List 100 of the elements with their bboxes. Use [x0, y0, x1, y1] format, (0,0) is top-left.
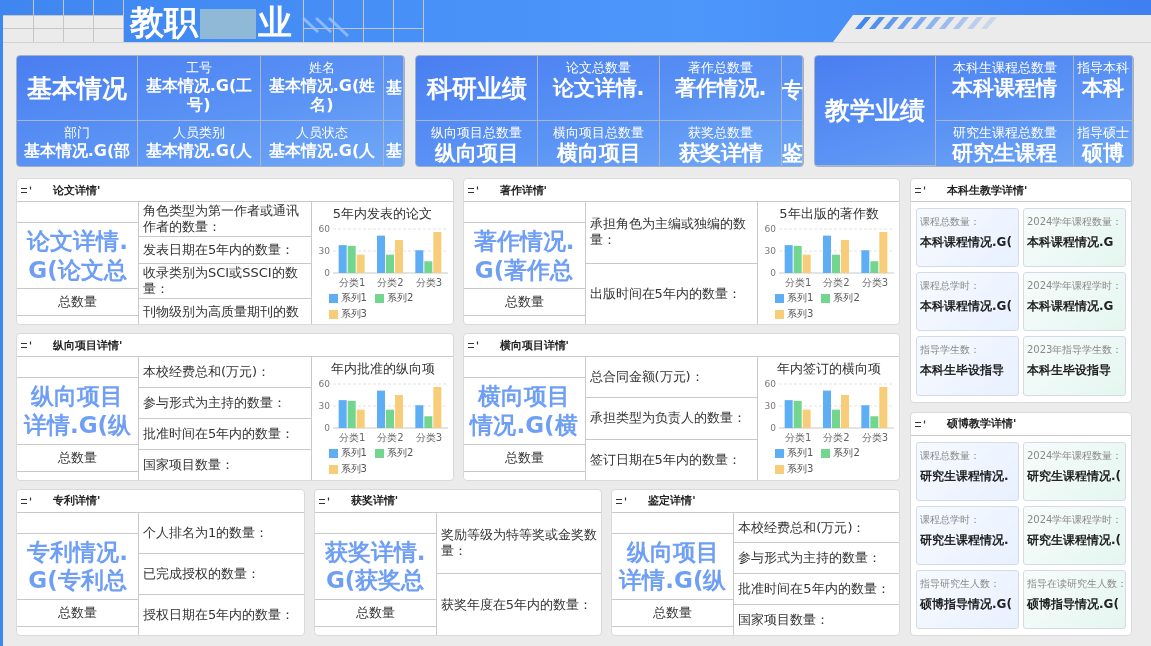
axis-category-label: 分类3: [415, 277, 442, 288]
stat-label: 指导学生数：: [920, 343, 981, 358]
chart-title: 年内签订的横向项: [777, 360, 881, 378]
axis-category-label: 分类2: [376, 432, 404, 444]
metric-label: 签订日期在5年内的数量：: [589, 451, 741, 468]
card-title: 本科生教学详情': [947, 182, 1028, 198]
axis-tick-label: 0: [770, 423, 776, 434]
stat-label: 2023年指导学生数：: [1027, 343, 1123, 358]
chart-bar: [338, 400, 347, 429]
stat-value: 研究生课程情况.: [920, 531, 1010, 549]
axis-category-label: 分类1: [785, 277, 812, 288]
field-label: 著作总数量: [688, 59, 753, 76]
stat-label: 课程总数量：: [920, 448, 981, 463]
page-title: 教职: [130, 2, 198, 42]
card-title: 著作详情': [499, 182, 547, 198]
metric-label: 本校经费总和(万元)：: [143, 364, 271, 381]
field-label: 研究生课程总数量: [952, 124, 1057, 141]
axis-tick-label: 0: [323, 268, 330, 278]
axis-tick-label: 60: [764, 224, 776, 234]
stat-label: 课程总数量：: [920, 215, 981, 229]
equals-icon: [616, 496, 629, 505]
axis-tick-label: 60: [318, 224, 330, 234]
legend-label: 系列1: [340, 446, 367, 461]
field-value: 鉴: [781, 141, 803, 167]
page-title: 业: [258, 2, 292, 42]
legend-label: 系列2: [833, 446, 860, 461]
panel-heading: 基本情况: [27, 72, 127, 105]
metric-label: 国家项目数量：: [143, 456, 234, 473]
chart-title: 5年内发表的论文: [332, 205, 433, 222]
axis-category-label: 分类2: [823, 432, 850, 444]
total-caption: 总数量: [58, 604, 97, 622]
stat-value: 本科课程情况.G(: [920, 234, 1013, 251]
total-value: 论文详情. G(论文总: [27, 226, 128, 285]
stat-value: 研究生课程情况.(: [1027, 531, 1123, 549]
equals-icon: [467, 186, 480, 194]
card-title: 横向项目详情': [499, 337, 569, 353]
equals-icon: [21, 496, 33, 505]
legend-label: 系列1: [787, 446, 814, 461]
card-title: 硕博教学详情': [947, 416, 1017, 431]
stat-label: 2024学年课程学时：: [1027, 512, 1123, 527]
field-value: 基: [385, 141, 402, 161]
field-value: 研究生课程: [952, 141, 1057, 167]
equals-icon: [21, 186, 33, 194]
axis-tick-label: 60: [764, 379, 776, 390]
legend-label: 系列1: [787, 291, 814, 305]
equals-icon: [21, 341, 33, 350]
field-value: 获奖详情: [678, 141, 763, 167]
axis-category-label: 分类1: [338, 277, 365, 288]
total-caption: 总数量: [504, 293, 544, 312]
axis-category-label: 分类3: [861, 432, 888, 444]
stat-value: 研究生课程情况.(: [1027, 467, 1123, 485]
legend-label: 系列2: [386, 291, 414, 305]
card-title: 论文详情': [53, 182, 101, 198]
field-label: 人员类别: [173, 124, 225, 141]
axis-category-label: 分类3: [415, 432, 442, 444]
metric-label: 刊物级别为高质量期刊的数: [143, 303, 299, 320]
axis-category-label: 分类3: [861, 277, 888, 288]
chart-title: 5年出版的著作数: [779, 205, 879, 222]
legend-label: 系列3: [787, 307, 814, 321]
chart-bar: [338, 245, 347, 273]
field-label: 纵向项目总数量: [431, 124, 522, 141]
stat-value: 本科生毕设指导: [920, 362, 1005, 380]
field-value: 专: [781, 78, 803, 104]
field-label: 横向项目总数量: [553, 124, 644, 141]
axis-tick-label: 30: [764, 246, 776, 256]
field-value: 纵向项目: [434, 141, 519, 167]
axis-tick-label: 60: [318, 379, 330, 390]
field-value: 本科课程情: [952, 76, 1057, 102]
field-label: 指导硕士: [1077, 124, 1129, 141]
equals-icon: [915, 186, 927, 194]
card-title: 纵向项目详情': [53, 337, 123, 353]
metric-label: 承担角色为主编或独编的数量：: [589, 216, 747, 249]
legend-label: 系列3: [787, 462, 814, 477]
metric-label: 参与形式为主持的数量：: [143, 395, 286, 412]
total-caption: 总数量: [653, 604, 693, 622]
field-label: 指导本科: [1077, 59, 1129, 76]
metric-label: 批准时间在5年内的数量：: [143, 425, 295, 442]
stat-value: 硕博指导情况.G(: [920, 595, 1013, 613]
metric-label: 参与形式为主持的数量：: [738, 550, 882, 567]
field-value: 本科: [1082, 76, 1124, 102]
stat-value: 研究生课程情况.: [920, 467, 1010, 485]
metric-label: 国家项目数量：: [738, 612, 830, 629]
metric-label: 批准时间在5年内的数量：: [738, 581, 890, 598]
metric-label: 角色类型为第一作者或通讯作者的数量：: [143, 203, 300, 235]
stat-value: 本科生毕设指导: [1027, 362, 1112, 380]
card-title: 专利详情': [53, 493, 101, 509]
stat-label: 指导在读研究生人数：: [1027, 576, 1123, 591]
field-value: 基本情况.G(工号): [144, 76, 254, 115]
stat-value: 本科课程情况.G: [1027, 298, 1115, 316]
field-label: 论文总数量: [566, 59, 631, 76]
stat-label: 课程总学时：: [920, 512, 981, 527]
field-label: 人员状态: [296, 124, 348, 141]
total-value: 获奖详情. G(获奖总: [324, 537, 426, 596]
chart-bar: [784, 245, 793, 273]
total-caption: 总数量: [58, 448, 97, 467]
field-value: 横向项目: [556, 141, 641, 167]
metric-label: 出版时间在5年内的数量：: [589, 286, 741, 302]
legend-label: 系列2: [386, 446, 414, 461]
equals-icon: [467, 341, 480, 350]
axis-category-label: 分类1: [785, 432, 812, 444]
